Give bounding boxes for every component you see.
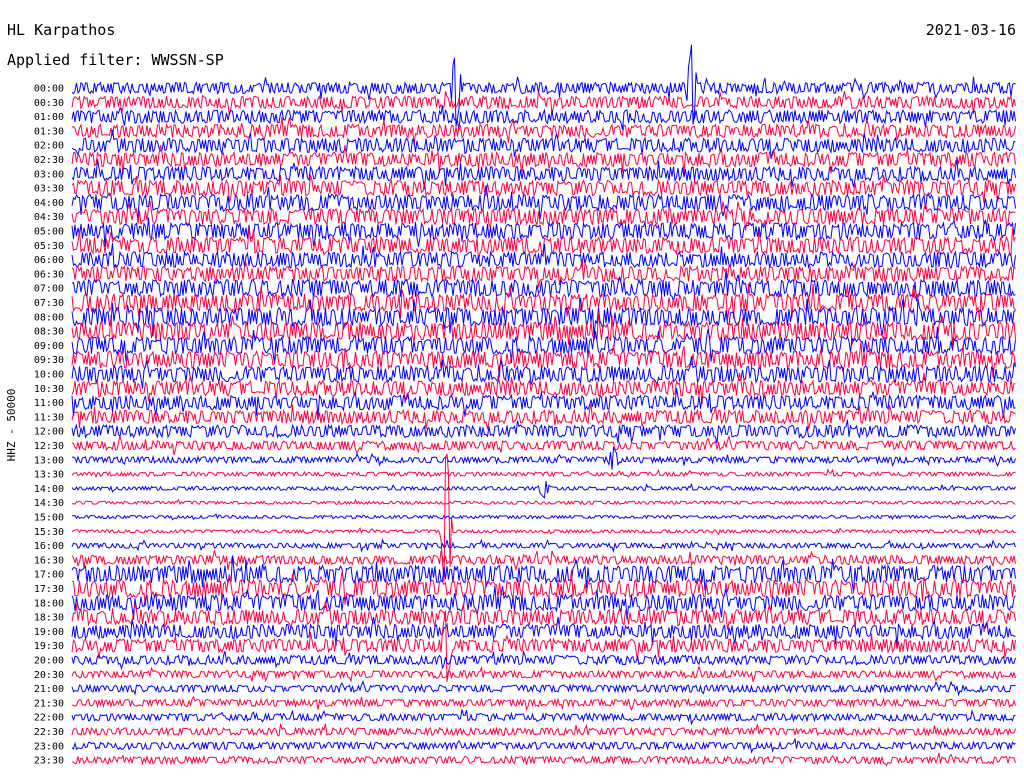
time-tick-label: 06:30 — [34, 269, 64, 280]
trace-row-25 — [71, 434, 1016, 456]
channel-label: HHZ - 50000 — [5, 389, 18, 462]
time-tick-label: 15:00 — [34, 513, 64, 524]
time-tick-label: 10:30 — [34, 384, 64, 395]
time-tick-label: 23:30 — [34, 756, 64, 767]
time-tick-label: 02:00 — [34, 141, 64, 152]
time-tick-label: 20:00 — [34, 656, 64, 667]
trace-row-45 — [71, 723, 1016, 737]
time-tick-label: 23:00 — [34, 741, 64, 752]
time-tick-label: 17:30 — [34, 584, 64, 595]
time-tick-labels: 00:00 00:30 01:00 01:30 02:00 02:30 03:00 03:30… — [34, 84, 64, 767]
time-tick-label: 20:30 — [34, 670, 64, 681]
time-tick-label: 14:30 — [34, 498, 64, 509]
trace-row-46 — [71, 737, 1016, 754]
time-tick-label: 01:30 — [34, 126, 64, 137]
trace-row-28 — [71, 481, 1016, 499]
time-tick-label: 10:00 — [34, 370, 64, 381]
trace-row-43 — [71, 695, 1016, 712]
time-tick-label: 18:30 — [34, 613, 64, 624]
time-tick-label: 21:30 — [34, 698, 64, 709]
trace-row-47 — [71, 752, 1016, 767]
time-tick-label: 01:00 — [34, 112, 64, 123]
time-tick-label: 09:00 — [34, 341, 64, 352]
time-tick-label: 12:00 — [34, 427, 64, 438]
time-tick-label: 16:30 — [34, 555, 64, 566]
time-tick-label: 03:30 — [34, 184, 64, 195]
trace-row-41 — [71, 665, 1016, 683]
time-tick-label: 05:00 — [34, 227, 64, 238]
seismogram-chart: 00:00 00:30 01:00 01:30 02:00 02:30 03:00 03:30… — [5, 44, 1016, 767]
time-tick-label: 12:30 — [34, 441, 64, 452]
time-tick-label: 03:00 — [34, 169, 64, 180]
time-tick-label: 16:00 — [34, 541, 64, 552]
trace-row-33 — [71, 550, 1016, 572]
time-tick-label: 21:00 — [34, 684, 64, 695]
trace-group — [71, 44, 1016, 767]
time-tick-label: 15:30 — [34, 527, 64, 538]
time-tick-label: 04:30 — [34, 212, 64, 223]
trace-row-12 — [71, 243, 1016, 270]
time-tick-label: 13:30 — [34, 470, 64, 481]
time-tick-label: 22:00 — [34, 713, 64, 724]
trace-row-44 — [71, 709, 1016, 726]
time-tick-label: 11:00 — [34, 398, 64, 409]
trace-row-7 — [71, 174, 1016, 204]
time-tick-label: 08:00 — [34, 312, 64, 323]
time-tick-label: 09:30 — [34, 355, 64, 366]
trace-row-32 — [71, 538, 1016, 553]
time-tick-label: 04:00 — [34, 198, 64, 209]
time-tick-label: 19:00 — [34, 627, 64, 638]
trace-row-42 — [71, 680, 1016, 697]
time-tick-label: 13:00 — [34, 455, 64, 466]
trace-row-29 — [71, 498, 1016, 506]
time-tick-label: 02:30 — [34, 155, 64, 166]
trace-row-27 — [71, 468, 1016, 479]
trace-row-40 — [71, 650, 1016, 671]
time-tick-label: 11:30 — [34, 412, 64, 423]
time-tick-label: 14:00 — [34, 484, 64, 495]
time-tick-label: 19:30 — [34, 641, 64, 652]
time-tick-label: 00:00 — [34, 84, 64, 95]
time-tick-label: 07:00 — [34, 284, 64, 295]
trace-row-30 — [71, 513, 1016, 521]
time-tick-label: 06:00 — [34, 255, 64, 266]
time-tick-label: 00:30 — [34, 98, 64, 109]
trace-row-24 — [71, 419, 1016, 444]
time-tick-label: 18:00 — [34, 598, 64, 609]
time-tick-label: 22:30 — [34, 727, 64, 738]
time-tick-label: 17:00 — [34, 570, 64, 581]
time-tick-label: 05:30 — [34, 241, 64, 252]
trace-row-26 — [71, 445, 1016, 470]
time-tick-label: 07:30 — [34, 298, 64, 309]
time-tick-label: 08:30 — [34, 327, 64, 338]
